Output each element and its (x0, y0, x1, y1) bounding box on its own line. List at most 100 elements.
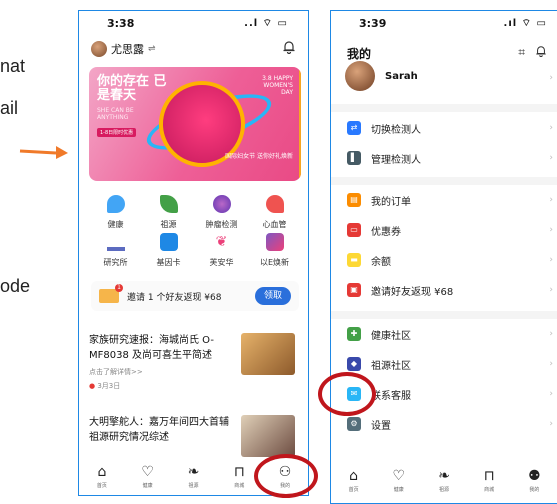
tab-ancestry[interactable]: ❧ 祖源 (173, 464, 213, 489)
tab-me[interactable]: ⚉ 我的 (514, 468, 554, 493)
badge: 1 (115, 284, 123, 292)
article-title: 大明擎舵人：嘉万年间四大首辅祖源研究情况综述 (89, 417, 229, 443)
status-bar: 3:39 .ıl ⌔ ▭ (331, 11, 557, 33)
banner-headline: 你的存在 已是春天 (97, 74, 167, 103)
menu-label: 余额 (371, 256, 391, 268)
home-icon: ⌂ (97, 463, 107, 480)
heart-icon (265, 195, 284, 213)
claim-button[interactable]: 领取 (255, 287, 291, 305)
home-icon: ⌂ (349, 467, 359, 484)
grid-label: 祖源 (160, 220, 177, 229)
scan-icon[interactable]: ⌗ (518, 45, 525, 60)
order-icon: ▤ (347, 193, 361, 207)
leaf-icon: ❧ (187, 463, 200, 480)
promo-banner[interactable]: 你的存在 已是春天 SHE CAN BE ANYTHING 1-8日限时优惠 3… (89, 67, 301, 181)
invite-banner[interactable]: 1 邀请 1 个好友返现 ¥68 领取 (91, 281, 299, 311)
chevron-right-icon: › (549, 73, 553, 83)
status-icons: .ıl ⌔ ▭ (503, 18, 547, 29)
tab-label: 祖源 (438, 486, 449, 493)
article-title: 家族研究速报：海城尚氏 O-MF8038 及尚可喜生平简述 (89, 335, 214, 361)
cropped-text-2: ail (0, 98, 19, 118)
chevron-right-icon: › (549, 419, 553, 429)
status-icons: ..l ⌔ ▭ (244, 18, 288, 29)
tab-ancestry[interactable]: ❧ 祖源 (424, 468, 464, 493)
tab-home[interactable]: ⌂ 首页 (82, 464, 122, 489)
chevron-right-icon: › (549, 255, 553, 265)
header-actions: ⌗ (518, 45, 547, 60)
grid-label: 芙安华 (209, 258, 234, 267)
grid-item-cardio[interactable]: 心血管 (248, 195, 301, 230)
tab-home[interactable]: ⌂ 首页 (334, 468, 374, 493)
menu-switch-tester[interactable]: ⇄ 切换检测人 › (347, 115, 557, 141)
card-icon (159, 233, 178, 251)
grid-label: 基因卡 (156, 258, 181, 267)
status-time: 3:39 (359, 17, 387, 30)
grid-item-institute[interactable]: 研究所 (89, 233, 142, 268)
divider (331, 177, 557, 185)
menu-customer-service[interactable]: ✉ 联系客服 › (347, 381, 557, 407)
person-icon: ⚉ (528, 467, 541, 484)
grid-label: 肿瘤检测 (205, 220, 238, 229)
chevron-right-icon: › (549, 389, 553, 399)
grid-item-genecard[interactable]: 基因卡 (142, 233, 195, 268)
banner-right-top: 3.8 HAPPY WOMEN'S DAY (262, 75, 293, 96)
menu-ancestry-community[interactable]: ◆ 祖源社区 › (347, 351, 557, 377)
user-switcher[interactable]: 尤思露 ⇌ (91, 41, 156, 57)
menu-balance[interactable]: ▬ 余额 › (347, 247, 557, 273)
profile-card[interactable]: Sarah (345, 61, 418, 91)
tab-health[interactable]: ♡ 健康 (128, 464, 168, 489)
menu-orders[interactable]: ▤ 我的订单 › (347, 187, 557, 213)
menu-settings[interactable]: ⚙ 设置 › (347, 411, 557, 437)
renew-icon (265, 233, 284, 251)
article-card-1[interactable]: 家族研究速报：海城尚氏 O-MF8038 及尚可喜生平简述 点击了解详情>> ●… (89, 333, 301, 391)
grid-item-fuanhua[interactable]: ❦ 芙安华 (195, 233, 248, 268)
cropped-text-3: ode (0, 276, 31, 296)
leaf-icon: ❧ (438, 467, 450, 484)
highlight-circle (318, 372, 376, 416)
menu-invite-cashback[interactable]: ▣ 邀请好友返现 ¥68 › (347, 277, 557, 303)
menu-coupons[interactable]: ▭ 优惠券 › (347, 217, 557, 243)
tab-label: 首页 (348, 486, 359, 493)
virus-icon (212, 195, 231, 213)
profile-name: Sarah (385, 70, 418, 82)
wallet-icon: ▬ (347, 253, 361, 267)
divider (331, 104, 557, 112)
bag-icon: ⊓ (233, 463, 245, 480)
cropped-text-1: nat (0, 56, 26, 76)
grid-label: 以E焕新 (259, 258, 290, 267)
bell-icon[interactable] (282, 40, 296, 58)
chevron-right-icon: › (549, 123, 553, 133)
chevron-right-icon: › (549, 225, 553, 235)
bell-icon[interactable] (535, 45, 547, 60)
grid-label: 健康 (107, 220, 124, 229)
status-time: 3:38 (107, 17, 135, 30)
grid-label: 研究所 (103, 258, 128, 267)
tab-label: 商城 (484, 486, 495, 493)
grid-item-tumor[interactable]: 肿瘤检测 (195, 195, 248, 230)
banner-right-bottom: 国际妇女节 送你好礼焕新 (225, 153, 293, 160)
article-date: ● 3月3日 (89, 382, 121, 390)
swap-icon: ⇄ (347, 121, 361, 135)
highlight-circle (254, 454, 318, 498)
bottom-tab-bar: ⌂ 首页 ♡ 健康 ❧ 祖源 ⊓ 商城 ⚉ 我的 (331, 463, 557, 497)
status-bar: 3:38 ..l ⌔ ▭ (79, 11, 308, 33)
menu-manage-tester[interactable]: ▌ 管理检测人 › (347, 145, 557, 171)
grid-item-renew[interactable]: 以E焕新 (248, 233, 301, 268)
profile-screen: 3:39 .ıl ⌔ ▭ 我的 ⌗ Sarah › ⇄ 切换检测人 › ▌ 管理… (330, 10, 557, 504)
divider (331, 311, 557, 319)
menu-label: 管理检测人 (371, 154, 421, 166)
grid-item-ancestry[interactable]: 祖源 (142, 195, 195, 230)
menu-label: 邀请好友返现 ¥68 (371, 286, 454, 298)
grid-item-health[interactable]: 健康 (89, 195, 142, 230)
menu-label: 切换检测人 (371, 124, 421, 136)
menu-health-community[interactable]: ✚ 健康社区 › (347, 321, 557, 347)
article-card-2[interactable]: 大明擎舵人：嘉万年间四大首辅祖源研究情况综述 (89, 415, 301, 457)
tab-label: 商城 (234, 482, 245, 489)
chevron-right-icon: › (549, 285, 553, 295)
community-icon: ◆ (347, 357, 361, 371)
envelope-icon: 1 (99, 284, 123, 303)
tab-label: 健康 (142, 482, 153, 489)
menu-label: 优惠券 (371, 226, 401, 238)
tab-health[interactable]: ♡ 健康 (379, 468, 419, 493)
tab-shop[interactable]: ⊓ 商城 (469, 468, 509, 493)
